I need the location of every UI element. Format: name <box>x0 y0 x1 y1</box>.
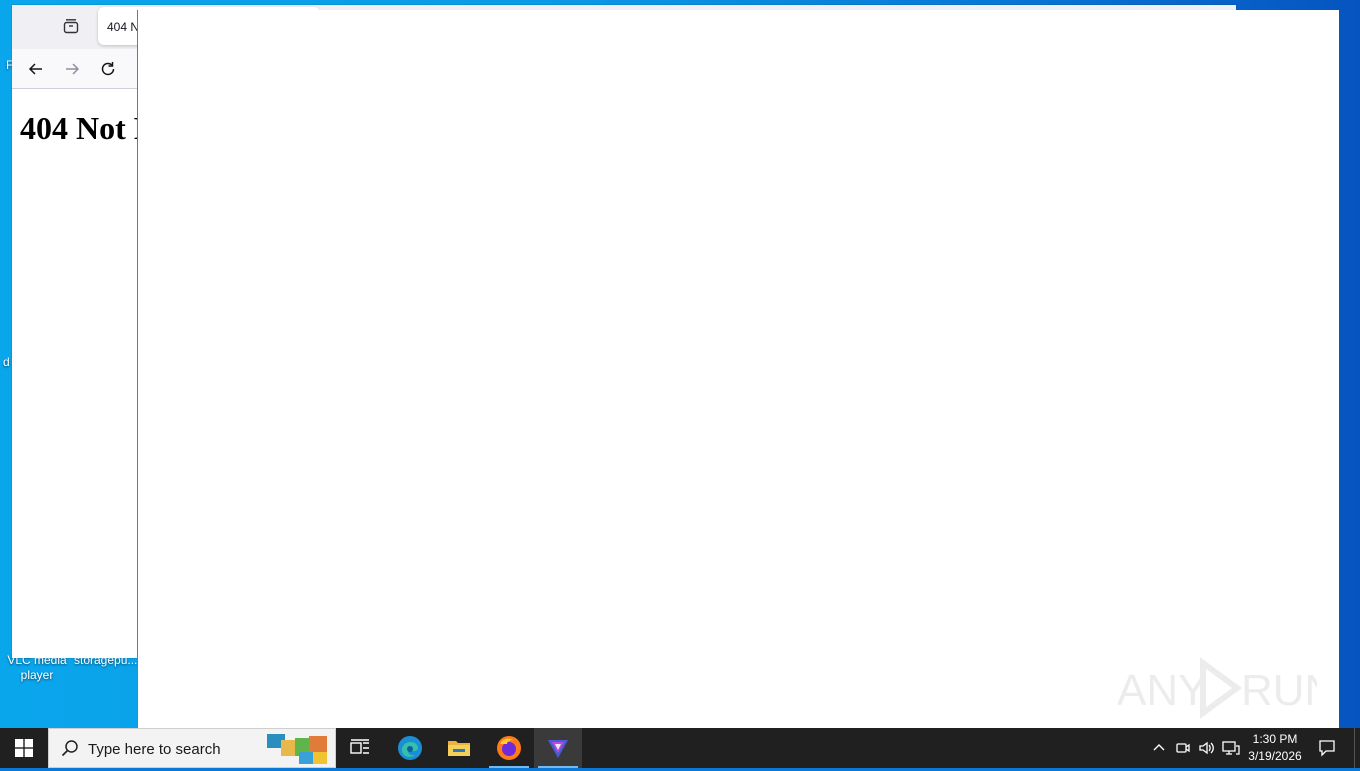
file-explorer-button[interactable] <box>435 728 483 768</box>
tab-title: 404 N <box>107 20 140 34</box>
firefox-button[interactable] <box>485 728 533 768</box>
search-icon <box>61 739 79 762</box>
watermark-text-run: RUN <box>1241 666 1317 715</box>
watermark-text-any: ANY <box>1117 666 1207 715</box>
clock[interactable]: 1:30 PM 3/19/2026 <box>1244 731 1306 765</box>
task-view-button[interactable] <box>336 728 384 768</box>
meet-now-icon[interactable] <box>1174 739 1192 757</box>
taskbar: Type here to search 1:30 PM 3/19/2026 <box>0 728 1360 768</box>
firefox-view-icon[interactable] <box>62 17 80 35</box>
edge-icon <box>398 736 422 760</box>
forward-icon[interactable] <box>60 57 84 81</box>
clock-time: 1:30 PM <box>1252 732 1298 746</box>
search-box[interactable]: Type here to search <box>48 728 336 768</box>
show-desktop-button[interactable] <box>1354 728 1360 768</box>
anyrun-watermark: ANY RUN <box>1117 657 1336 719</box>
network-icon[interactable] <box>1222 739 1240 757</box>
puzzle-highlight-icon <box>265 730 331 771</box>
app-icon <box>548 740 568 758</box>
back-icon[interactable] <box>24 57 48 81</box>
blank-window[interactable] <box>137 10 1339 728</box>
edge-button[interactable] <box>386 728 434 768</box>
desktop-fragment-label: d <box>3 355 10 369</box>
windows-icon <box>15 739 33 757</box>
reload-icon[interactable] <box>96 57 120 81</box>
page-heading: 404 Not F <box>20 110 154 146</box>
search-placeholder: Type here to search <box>88 741 221 758</box>
file-explorer-icon <box>448 741 470 756</box>
notification-icon[interactable] <box>1318 739 1336 757</box>
clock-date: 3/19/2026 <box>1248 749 1302 763</box>
watermark-play-icon <box>1200 657 1243 719</box>
task-view-icon <box>350 739 369 754</box>
active-app-button[interactable] <box>534 728 582 768</box>
chevron-up-icon[interactable] <box>1150 739 1168 757</box>
start-button[interactable] <box>0 728 48 768</box>
volume-icon[interactable] <box>1198 739 1216 757</box>
firefox-icon <box>497 736 521 760</box>
